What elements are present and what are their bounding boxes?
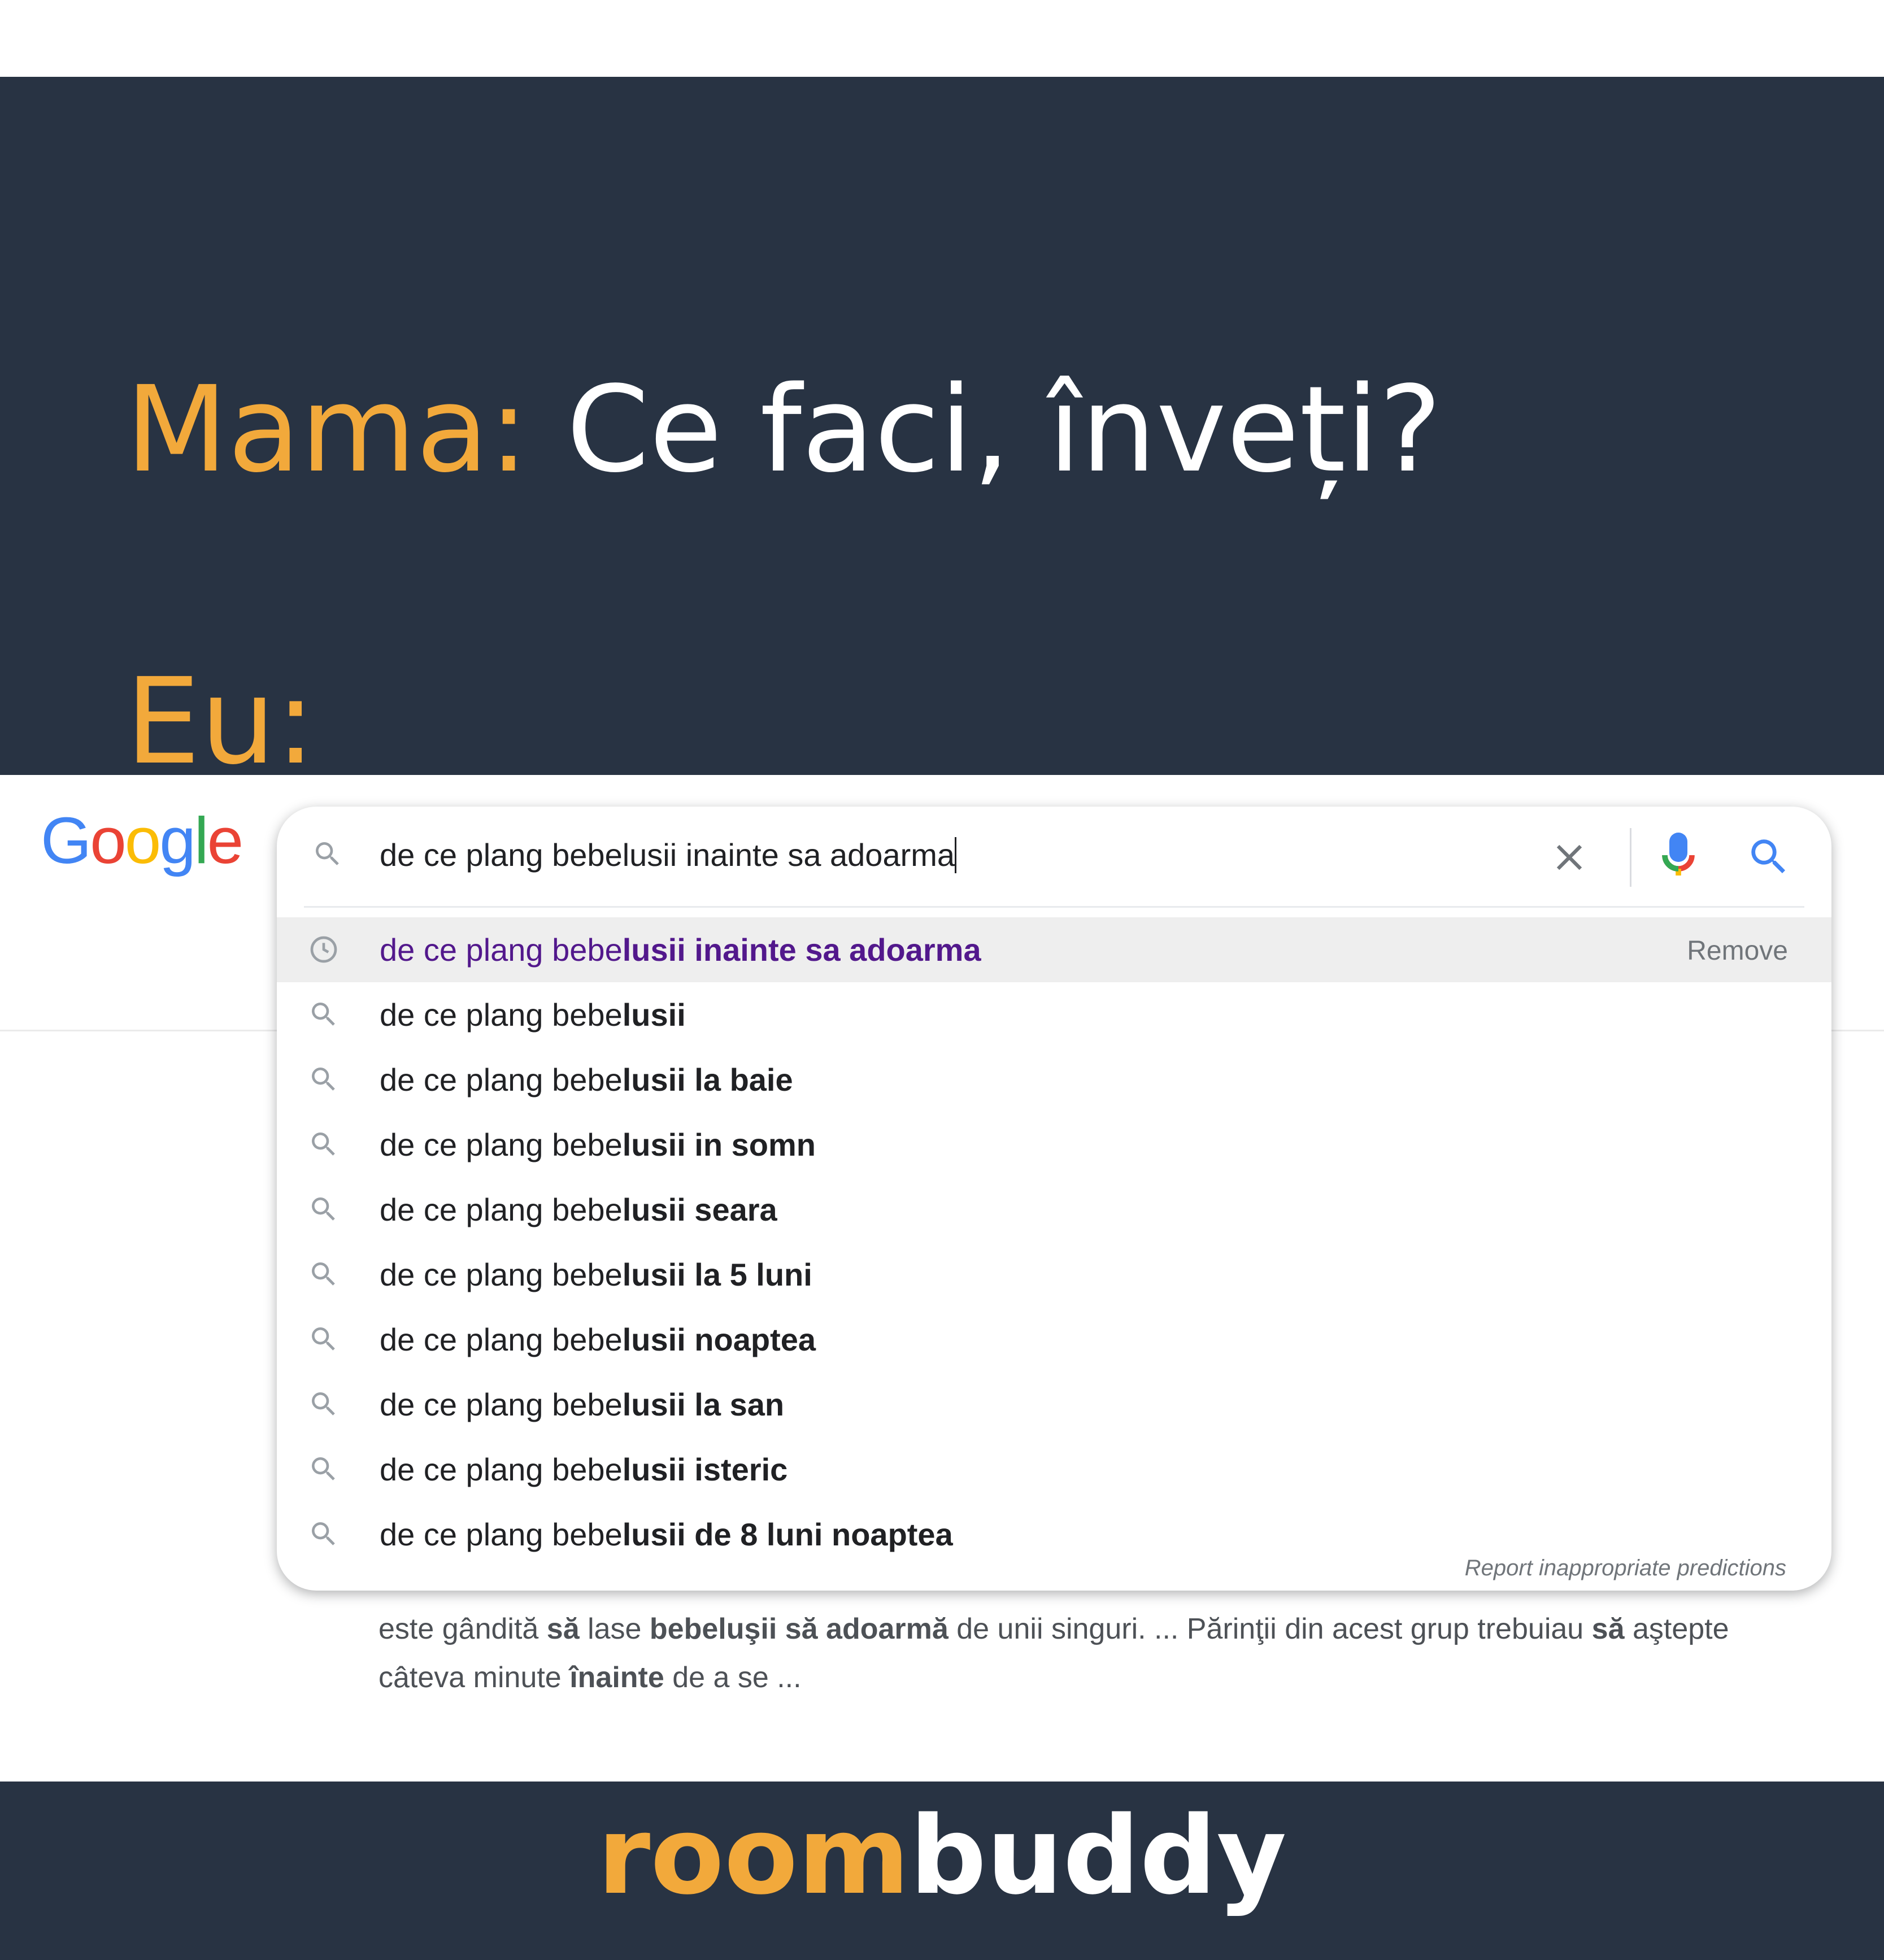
snippet-segment: să bbox=[546, 1613, 580, 1645]
report-predictions-link[interactable]: Report inappropriate predictions bbox=[1465, 1554, 1786, 1582]
snippet-segment: lase bbox=[579, 1613, 650, 1645]
search-icon bbox=[312, 1327, 335, 1351]
search-icon bbox=[312, 1003, 335, 1026]
search-icon bbox=[312, 1522, 335, 1545]
suggestion-text: de ce plang bebelusii la san bbox=[380, 1387, 785, 1422]
suggestion-text: de ce plang bebelusii la 5 luni bbox=[380, 1257, 812, 1292]
suggestion-text: de ce plang bebelusii inainte sa adoarma bbox=[380, 932, 981, 968]
snippet-segment: înainte bbox=[569, 1661, 664, 1694]
search-icon bbox=[316, 842, 339, 865]
snippet-segment: bebeluşii să adoarmă bbox=[649, 1613, 948, 1645]
search-bar[interactable]: de ce plang bebelusii inainte sa adoarma bbox=[277, 807, 1831, 903]
suggestion-text: de ce plang bebelusii la baie bbox=[380, 1062, 793, 1097]
suggestion-item[interactable]: de ce plang bebelusii seara bbox=[277, 1177, 1831, 1242]
history-clock-icon bbox=[310, 936, 337, 963]
clear-icon[interactable] bbox=[1548, 836, 1591, 879]
suggestion-text: de ce plang bebelusii de 8 luni noaptea bbox=[380, 1517, 953, 1552]
suggestion-item[interactable]: de ce plang bebelusii la san bbox=[277, 1372, 1831, 1437]
result-snippet-line: câteva minute înainte de a se ... bbox=[378, 1654, 1813, 1701]
top-margin bbox=[0, 0, 1884, 77]
suggestion-text: de ce plang bebelusii isteric bbox=[380, 1452, 788, 1487]
suggestion-text: de ce plang bebelusii in somn bbox=[380, 1127, 816, 1162]
google-search-screenshot: Google este gândită să lase bebeluşii să… bbox=[0, 775, 1884, 1782]
speaker-utterance: Ce faci, înveți? bbox=[566, 360, 1442, 499]
meme-line-eu: Eu: bbox=[125, 663, 316, 781]
search-icon bbox=[312, 1457, 335, 1480]
search-autocomplete-panel: de ce plang bebelusii inainte sa adoarma… bbox=[277, 807, 1831, 1591]
snippet-segment: aştepte bbox=[1624, 1613, 1729, 1645]
suggestion-item[interactable]: de ce plang bebelusii bbox=[277, 982, 1831, 1047]
suggestion-item[interactable]: de ce plang bebelusii inainte sa adoarma… bbox=[277, 917, 1831, 982]
search-bar-divider bbox=[1630, 828, 1631, 887]
result-snippet-line: este gândită să lase bebeluşii să adoarm… bbox=[378, 1605, 1813, 1653]
search-icon bbox=[312, 1392, 335, 1415]
snippet-segment: este gândită bbox=[378, 1613, 547, 1645]
text-caret bbox=[955, 837, 957, 873]
meme-caption-panel: Mama: Ce faci, înveți? Eu: bbox=[0, 77, 1884, 781]
suggestion-text: de ce plang bebelusii noaptea bbox=[380, 1322, 816, 1357]
remove-history-button[interactable]: Remove bbox=[1687, 935, 1788, 967]
speaker-label: Mama: bbox=[125, 360, 529, 499]
search-icon bbox=[312, 1262, 335, 1286]
search-submit-icon[interactable] bbox=[1746, 834, 1792, 880]
brand-footer: roombuddy bbox=[0, 1782, 1884, 1960]
search-icon bbox=[312, 1068, 335, 1091]
snippet-segment: de a se ... bbox=[664, 1661, 802, 1694]
suggestion-item[interactable]: de ce plang bebelusii noaptea bbox=[277, 1307, 1831, 1372]
suggestion-item[interactable]: de ce plang bebelusii isteric bbox=[277, 1437, 1831, 1502]
snippet-segment: să bbox=[1591, 1613, 1625, 1645]
suggestion-item[interactable]: de ce plang bebelusii in somn bbox=[277, 1112, 1831, 1177]
search-icon bbox=[312, 1197, 335, 1221]
snippet-segment: câteva minute bbox=[378, 1661, 570, 1694]
suggestion-text: de ce plang bebelusii seara bbox=[380, 1192, 777, 1227]
suggestion-item[interactable]: de ce plang bebelusii la 5 luni bbox=[277, 1242, 1831, 1307]
microphone-icon[interactable] bbox=[1660, 830, 1696, 885]
meme-line-mama: Mama: Ce faci, înveți? bbox=[125, 371, 1442, 489]
suggestion-item[interactable]: de ce plang bebelusii la baie bbox=[277, 1047, 1831, 1112]
speaker-label: Eu: bbox=[125, 652, 316, 791]
search-dropdown-divider bbox=[304, 906, 1804, 908]
snippet-segment: de unii singuri. ... Părinţii din acest … bbox=[948, 1613, 1592, 1645]
search-icon bbox=[312, 1133, 335, 1156]
suggestion-text: de ce plang bebelusii bbox=[380, 997, 686, 1033]
autocomplete-suggestions: de ce plang bebelusii inainte sa adoarma… bbox=[277, 917, 1831, 1567]
roombuddy-logo: roombuddy bbox=[597, 1793, 1287, 1918]
search-input[interactable]: de ce plang bebelusii inainte sa adoarma bbox=[380, 837, 957, 873]
google-logo[interactable]: Google bbox=[41, 808, 243, 873]
